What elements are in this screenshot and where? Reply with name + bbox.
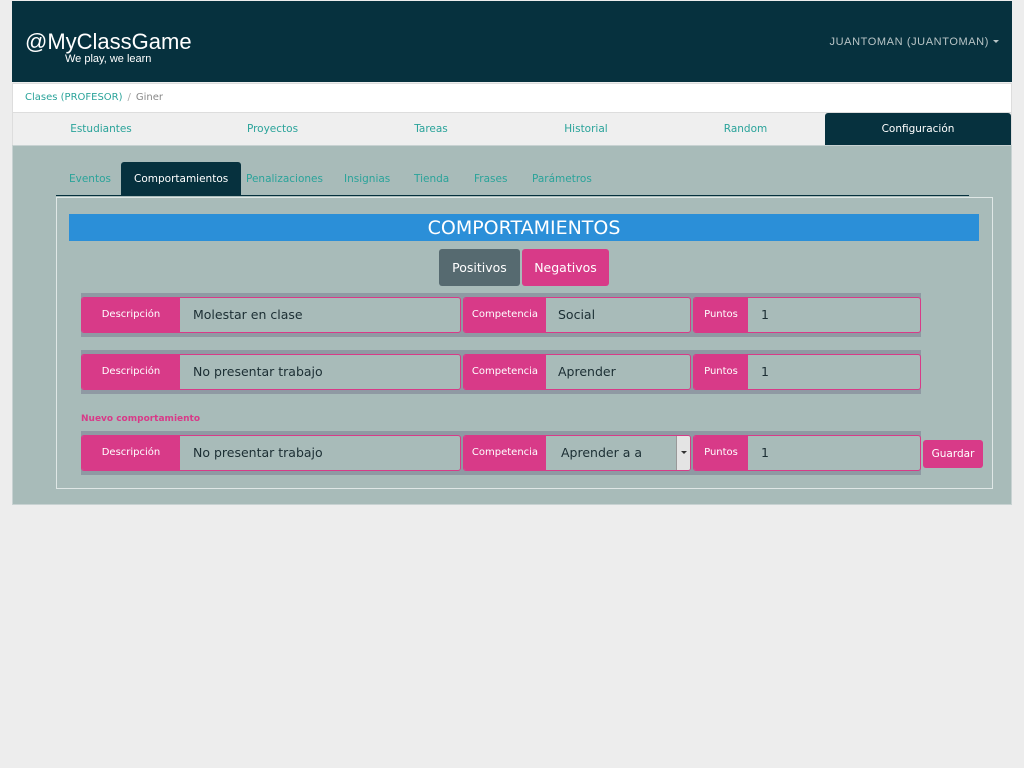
nav-tareas[interactable]: Tareas — [356, 113, 506, 145]
new-competence-select[interactable]: Competencia Aprender a aprender — [463, 435, 691, 471]
new-points-value[interactable]: 1 — [761, 436, 769, 470]
positive-toggle-button[interactable]: Positivos — [439, 249, 520, 286]
nav-random[interactable]: Random — [666, 113, 825, 145]
nav-proyectos[interactable]: Proyectos — [189, 113, 356, 145]
new-description-value[interactable]: No presentar trabajo — [193, 436, 323, 470]
new-behavior-label: Nuevo comportamiento — [81, 414, 201, 424]
tab-comportamientos[interactable]: Comportamientos — [121, 162, 242, 196]
new-points-input[interactable]: Puntos 1 — [693, 435, 921, 471]
description-label: Descripción — [82, 355, 180, 389]
negative-toggle-button[interactable]: Negativos — [522, 249, 609, 286]
dropdown-arrow-icon[interactable] — [676, 436, 690, 470]
breadcrumb-classes-link[interactable]: Clases (PROFESOR) — [25, 92, 123, 103]
competence-selected-value: Aprender a aprender — [561, 445, 643, 460]
points-label: Puntos — [694, 298, 748, 332]
description-field[interactable]: Descripción Molestar en clase — [81, 297, 461, 333]
config-subtabs: Eventos Comportamientos Penalizaciones I… — [56, 162, 969, 196]
brand-logo[interactable]: @MyClassGame — [25, 30, 192, 54]
tab-penalizaciones[interactable]: Penalizaciones — [233, 162, 336, 196]
points-field[interactable]: Puntos 1 — [693, 354, 921, 390]
points-field[interactable]: Puntos 1 — [693, 297, 921, 333]
competence-value[interactable]: Aprender — [558, 355, 616, 389]
tab-frases[interactable]: Frases — [461, 162, 520, 196]
points-value[interactable]: 1 — [761, 298, 769, 332]
new-behavior-row: Descripción No presentar trabajo Compete… — [81, 431, 921, 475]
breadcrumb: Clases (PROFESOR) / Giner — [12, 83, 1012, 113]
section-title: COMPORTAMIENTOS — [69, 214, 979, 241]
nav-configuracion[interactable]: Configuración — [825, 113, 1011, 145]
user-name: JUANTOMAN (JUANTOMAN) — [829, 36, 989, 48]
save-button[interactable]: Guardar — [923, 440, 983, 468]
behaviors-panel: COMPORTAMIENTOS Positivos Negativos Desc… — [56, 197, 993, 489]
description-label: Descripción — [82, 436, 180, 470]
points-label: Puntos — [694, 436, 748, 470]
new-description-input[interactable]: Descripción No presentar trabajo — [81, 435, 461, 471]
competence-value[interactable]: Social — [558, 298, 595, 332]
caret-down-icon — [993, 40, 999, 43]
competence-field[interactable]: Competencia Social — [463, 297, 691, 333]
description-value[interactable]: Molestar en clase — [193, 298, 303, 332]
competence-label: Competencia — [464, 298, 546, 332]
user-menu[interactable]: JUANTOMAN (JUANTOMAN) — [830, 36, 999, 48]
tab-eventos[interactable]: Eventos — [56, 162, 124, 196]
description-label: Descripción — [82, 298, 180, 332]
nav-estudiantes[interactable]: Estudiantes — [13, 113, 189, 145]
brand-tagline: We play, we learn — [65, 53, 152, 65]
app-header: @MyClassGame We play, we learn JUANTOMAN… — [12, 1, 1012, 82]
competence-field[interactable]: Competencia Aprender — [463, 354, 691, 390]
description-value[interactable]: No presentar trabajo — [193, 355, 323, 389]
behavior-row: Descripción Molestar en clase Competenci… — [81, 293, 921, 337]
tab-parametros[interactable]: Parámetros — [519, 162, 605, 196]
main-nav: Estudiantes Proyectos Tareas Historial R… — [12, 113, 1012, 145]
tab-insignias[interactable]: Insignias — [331, 162, 403, 196]
points-label: Puntos — [694, 355, 748, 389]
points-value[interactable]: 1 — [761, 355, 769, 389]
breadcrumb-current: Giner — [135, 92, 164, 103]
competence-label: Competencia — [464, 355, 546, 389]
competence-dropdown[interactable]: Aprender a aprender — [546, 436, 690, 470]
description-field[interactable]: Descripción No presentar trabajo — [81, 354, 461, 390]
content-area: Eventos Comportamientos Penalizaciones I… — [12, 145, 1012, 505]
tab-tienda[interactable]: Tienda — [401, 162, 462, 196]
nav-historial[interactable]: Historial — [506, 113, 666, 145]
behavior-row: Descripción No presentar trabajo Compete… — [81, 350, 921, 394]
breadcrumb-separator: / — [127, 92, 131, 103]
competence-label: Competencia — [464, 436, 546, 470]
